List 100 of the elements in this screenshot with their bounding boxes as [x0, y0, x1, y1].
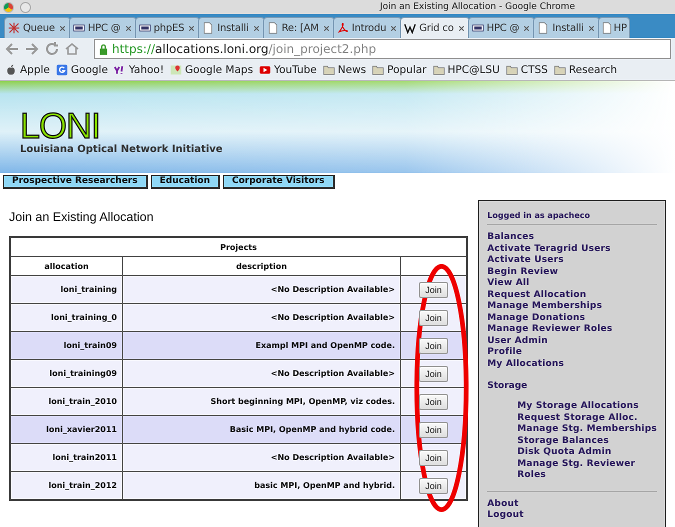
folder-icon [506, 64, 518, 76]
folder-icon [372, 64, 384, 76]
browser-tab[interactable]: HP [598, 17, 630, 38]
browser-logo-icon [3, 2, 14, 12]
sidebar-link[interactable]: Manage Stg. Memberships [517, 424, 657, 436]
window-title: Join an Existing Allocation - Google Chrome [380, 2, 575, 12]
table-cell: loni_training [10, 276, 122, 304]
browser-tab[interactable]: Installi [198, 17, 265, 38]
pdf-icon [336, 22, 349, 34]
nav-link[interactable]: Education [150, 175, 220, 189]
join-button[interactable]: Join [419, 282, 448, 298]
document-icon [202, 22, 214, 34]
table-cell: loni_train_2012 [10, 472, 122, 500]
sidebar-link[interactable]: Activate Users [487, 255, 564, 266]
sidebar-link[interactable]: Manage Reviewer Roles [487, 324, 612, 336]
tab-title: Installi [217, 22, 249, 34]
sidebar-link[interactable]: My Storage Allocations [517, 401, 639, 412]
close-icon[interactable] [252, 24, 261, 32]
table-cell: loni_train2011 [10, 444, 122, 472]
join-button[interactable]: Join [419, 450, 448, 466]
close-icon[interactable] [389, 24, 398, 32]
square-logo-icon [72, 22, 85, 34]
bookmark[interactable]: Research [554, 64, 618, 76]
close-icon[interactable] [522, 24, 532, 32]
browser-tab[interactable]: Installi [533, 17, 600, 38]
logo: LONI [20, 109, 100, 143]
tab-title: Re: [AM [282, 22, 319, 34]
tab-title: HPC @ [486, 22, 520, 34]
bookmark[interactable]: Yahoo! [114, 64, 164, 76]
sidebar-link[interactable]: About [487, 498, 519, 510]
tab-title: Queue [23, 22, 55, 34]
sidebar-link[interactable]: Manage Memberships [487, 301, 602, 312]
sidebar-link[interactable]: Balances [487, 232, 534, 244]
close-icon[interactable] [456, 24, 466, 32]
close-icon[interactable] [187, 24, 196, 32]
join-button[interactable]: Join [419, 478, 448, 494]
wikipedia-icon [404, 22, 416, 34]
bookmark[interactable]: CTSS [506, 64, 548, 76]
square-logo-icon [138, 22, 151, 34]
bookmark[interactable]: Apple [5, 64, 50, 76]
bookmark[interactable]: HPC@LSU [432, 64, 500, 76]
bookmark[interactable]: Google [56, 64, 108, 76]
browser-tab[interactable]: HPC @ [68, 17, 137, 38]
back-arrow-icon[interactable] [4, 41, 20, 57]
join-button[interactable]: Join [419, 394, 448, 410]
sidebar-link[interactable]: Begin Review [487, 266, 558, 278]
sidebar-link[interactable]: Request Allocation [487, 290, 586, 301]
sidebar-link[interactable]: Activate Teragrid Users [487, 244, 611, 255]
join-button[interactable]: Join [419, 310, 448, 326]
browser-tab[interactable]: phpES [134, 17, 200, 38]
folder-icon [322, 64, 335, 76]
sidebar-link[interactable]: Manage Donations [487, 312, 586, 324]
join-button[interactable]: Join [419, 338, 448, 354]
sidebar-link[interactable]: Logout [487, 510, 524, 522]
bookmark[interactable]: YouTube [259, 64, 317, 76]
browser-tab[interactable]: HPC @ [468, 17, 536, 38]
bookmark[interactable]: News [322, 64, 366, 76]
nav-link[interactable]: Corporate Visitors [223, 175, 335, 189]
browser-tab[interactable]: Grid co [400, 17, 470, 38]
browser-tab[interactable]: Re: [AM [262, 17, 335, 38]
sidebar-link[interactable]: Disk Quota Admin [517, 447, 612, 458]
sidebar-link[interactable]: Manage Stg. Reviewer Roles [517, 458, 657, 482]
join-button[interactable]: Join [419, 366, 448, 382]
sidebar-link[interactable]: User Admin [487, 336, 548, 347]
lock-icon [99, 44, 108, 54]
map-pin-icon [170, 64, 182, 76]
close-icon[interactable] [124, 24, 133, 32]
column-header: allocation [10, 256, 122, 276]
sidebar-link[interactable]: Profile [487, 347, 522, 358]
table-caption: Projects [10, 237, 467, 256]
play-button-icon [259, 64, 272, 76]
folder-icon [554, 64, 566, 76]
reload-icon[interactable] [44, 41, 60, 57]
tab-title: HP [614, 22, 627, 34]
table-cell: Short beginning MPI, OpenMP, viz codes. [122, 388, 400, 416]
sidebar-link[interactable]: Storage Balances [517, 436, 609, 447]
table-cell: loni_train_2010 [10, 388, 122, 416]
sidebar-link[interactable]: My Allocations [487, 358, 564, 370]
address-bar[interactable]: https://allocations.loni.org/join_project2.php [94, 39, 671, 59]
close-icon[interactable] [58, 24, 67, 32]
tab-title: HPC @ [88, 22, 121, 34]
document-icon [537, 22, 550, 34]
square-logo-icon [472, 22, 484, 34]
table-cell: loni_training_0 [10, 304, 122, 332]
home-icon[interactable] [64, 41, 80, 57]
forward-arrow-icon[interactable] [24, 41, 40, 57]
sidebar-heading: Storage [487, 381, 528, 391]
close-icon[interactable] [586, 24, 596, 32]
browser-tab[interactable]: Introdu [332, 17, 402, 38]
browser-tab[interactable]: Queue [4, 17, 71, 38]
close-icon[interactable] [322, 24, 331, 32]
nav-link[interactable]: Prospective Researchers [3, 175, 148, 189]
table-cell: basic MPI, OpenMP and hybrid. [122, 472, 400, 500]
bookmark[interactable]: Popular [372, 64, 426, 76]
sidebar-link[interactable]: View All [487, 278, 530, 290]
document-icon [266, 22, 279, 34]
tab-title: Introdu [352, 22, 386, 34]
sidebar-link[interactable]: Request Storage Alloc. [517, 412, 638, 424]
bookmark[interactable]: Google Maps [170, 64, 254, 76]
join-button[interactable]: Join [419, 422, 448, 438]
